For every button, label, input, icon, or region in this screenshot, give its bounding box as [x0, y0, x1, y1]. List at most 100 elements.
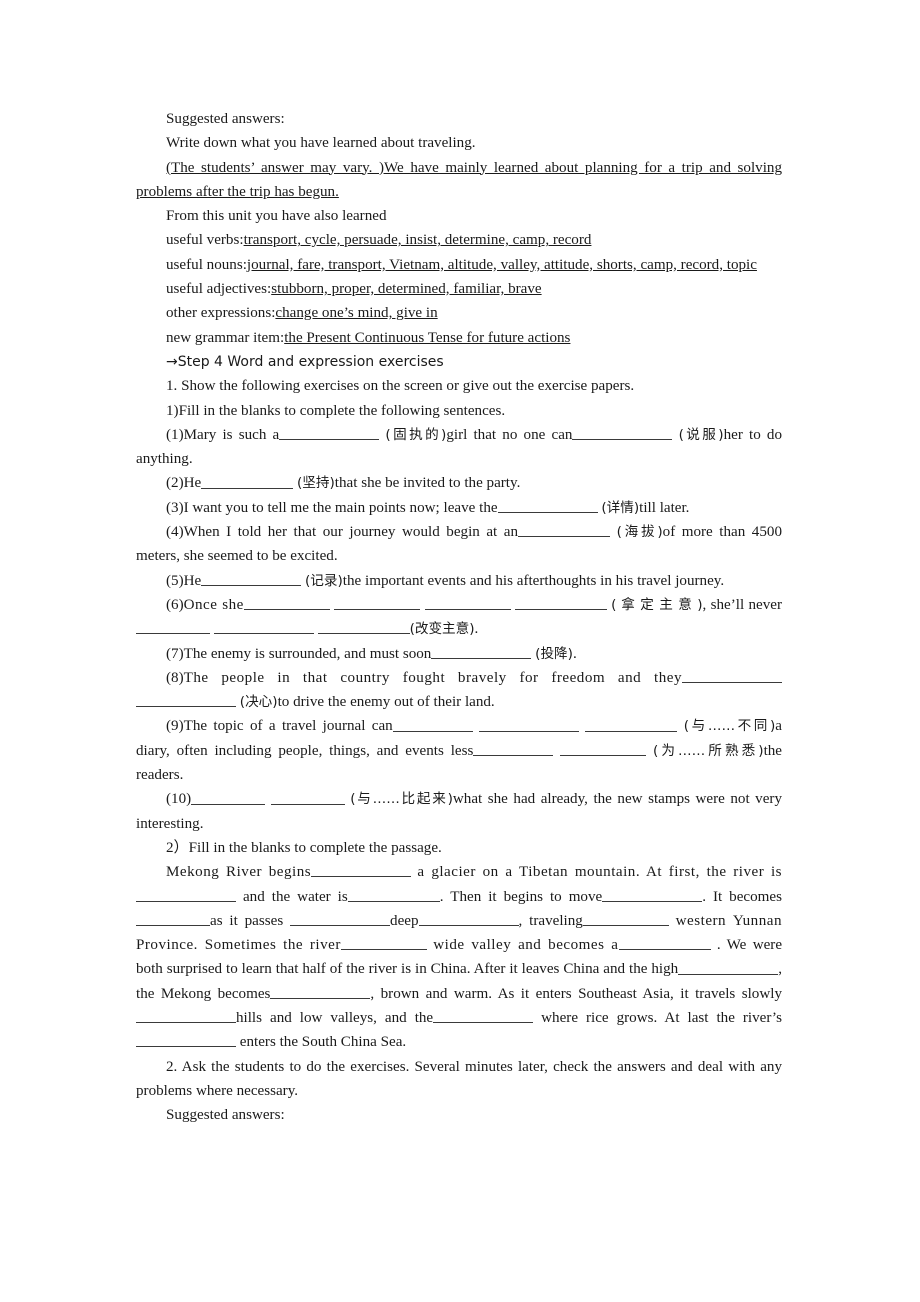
item-text-3b: till later.: [639, 499, 690, 516]
passage-text-4: . Then it begins to move: [439, 888, 603, 905]
blank-passage-7[interactable]: [418, 911, 519, 926]
passage-text-2: a glacier on a Tibetan mountain. At firs…: [417, 864, 783, 881]
blank-passage-10[interactable]: [618, 935, 711, 951]
blank-input-8a[interactable]: [682, 668, 782, 684]
item-hint-2a: (坚持): [297, 475, 335, 492]
blank-input-1b[interactable]: [572, 425, 673, 441]
item-hint-8a: (决心): [239, 694, 278, 711]
blank-input-6f[interactable]: [213, 620, 314, 635]
exercise-item-5: (5)He (记录)the important events and his a…: [136, 569, 782, 593]
blank-input-6b[interactable]: [334, 595, 421, 611]
item-number-2: (2): [166, 475, 184, 492]
blank-input-4a[interactable]: [518, 522, 611, 538]
list-useful-adjectives: useful adjectives:stubborn, proper, dete…: [136, 277, 782, 301]
blank-passage-11[interactable]: [678, 960, 779, 975]
list-label-nouns: useful nouns:: [166, 256, 247, 273]
item-text-3a: I want you to tell me the main points no…: [183, 499, 498, 516]
item-number-6: (6): [166, 596, 184, 613]
passage-text-10: wide valley and becomes a: [433, 937, 619, 954]
list-useful-nouns: useful nouns:journal, fare, transport, V…: [136, 253, 782, 277]
blank-input-1a[interactable]: [279, 425, 380, 441]
blank-input-10a[interactable]: [191, 790, 266, 805]
item-text-8b: to drive the enemy out of their land.: [277, 694, 495, 711]
item-hint-6a: ( 拿 定 主 意 ): [611, 596, 703, 613]
blank-passage-5[interactable]: [136, 911, 210, 926]
item-number-7: (7): [166, 645, 184, 662]
passage-text-5: . It becomes: [702, 888, 782, 905]
list-value-nouns: journal, fare, transport, Vietnam, altit…: [246, 256, 757, 273]
exercise-item-7: (7)The enemy is surrounded, and must soo…: [136, 642, 782, 666]
blank-passage-6[interactable]: [290, 911, 391, 926]
passage-text-1: Mekong River begins: [166, 864, 312, 881]
list-label-adjectives: useful adjectives:: [166, 281, 272, 298]
item-hint-7a: (投降): [535, 645, 573, 662]
task-2-line: 2. Ask the students to do the exercises.…: [136, 1058, 782, 1099]
item-hint-3a: (详情): [601, 499, 640, 516]
list-value-grammar: the Present Continuous Tense for future …: [284, 329, 571, 346]
blank-input-6g[interactable]: [317, 620, 410, 635]
blank-input-8b[interactable]: [136, 692, 236, 708]
list-value-expressions: change one’s mind, give in: [275, 305, 438, 322]
blank-input-3a[interactable]: [497, 498, 598, 513]
list-other-expressions: other expressions:change one’s mind, giv…: [136, 301, 782, 325]
document-body: Suggested answers: Write down what you h…: [136, 107, 782, 1127]
item-hint-1b: (说服): [678, 426, 724, 443]
exercise-item-10: (10) (与……比起来)what she had already, the n…: [136, 787, 782, 836]
heading-suggested-answers-bottom: Suggested answers:: [166, 1107, 285, 1124]
blank-passage-12[interactable]: [270, 984, 371, 999]
item-number-1: (1): [166, 426, 184, 443]
blank-passage-8[interactable]: [582, 911, 669, 926]
list-value-verbs: transport, cycle, persuade, insist, dete…: [243, 232, 592, 249]
blank-input-10b[interactable]: [270, 790, 345, 805]
blank-input-2a[interactable]: [201, 474, 294, 489]
blank-passage-14[interactable]: [433, 1008, 534, 1024]
blank-passage-2[interactable]: [136, 887, 236, 902]
passage-text-14: hills and low valleys, and the: [236, 1009, 434, 1026]
item-text-7a: The enemy is surrounded, and must soon: [183, 645, 432, 662]
lead-in-line: From this unit you have also learned: [166, 208, 387, 225]
item-text-1b: girl that no one can: [446, 426, 573, 443]
item-text-9a: The topic of a travel journal can: [183, 718, 393, 735]
task-1-sub-2-line: 2）Fill in the blanks to complete the pas…: [166, 839, 442, 856]
item-number-10: (10): [166, 791, 192, 808]
item-hint-9b: (为……所熟悉): [653, 742, 764, 759]
blank-passage-9[interactable]: [340, 935, 427, 951]
item-hint-10a: (与……比起来): [350, 791, 453, 808]
blank-input-6e[interactable]: [136, 620, 210, 635]
blank-passage-13[interactable]: [136, 1008, 236, 1024]
list-new-grammar-item: new grammar item:the Present Continuous …: [136, 326, 782, 350]
blank-passage-3[interactable]: [347, 887, 440, 902]
blank-input-7a[interactable]: [431, 644, 532, 659]
blank-input-9a[interactable]: [392, 717, 473, 732]
blank-passage-15[interactable]: [136, 1033, 236, 1048]
exercise-item-6: (6)Once she ( 拿 定 主 意 ), she’ll never (改…: [136, 593, 782, 642]
item-hint-6b: (改变主意): [409, 621, 475, 638]
item-text-2a: He: [183, 475, 202, 492]
blank-input-6c[interactable]: [424, 595, 511, 611]
list-useful-verbs: useful verbs:transport, cycle, persuade,…: [136, 228, 782, 252]
blank-passage-1[interactable]: [311, 863, 412, 878]
blank-input-9c[interactable]: [585, 717, 678, 732]
item-text-1a: Mary is such a: [183, 426, 280, 443]
blank-input-9b[interactable]: [479, 717, 580, 732]
blank-input-6d[interactable]: [514, 595, 607, 611]
item-number-9: (9): [166, 718, 184, 735]
blank-passage-4[interactable]: [602, 887, 703, 902]
item-text-6b: , she’ll never: [702, 596, 782, 613]
blank-input-9d[interactable]: [473, 741, 554, 756]
exercise-item-8: (8)The people in that country fought bra…: [136, 666, 782, 715]
prompt-write-down: Write down what you have learned about t…: [166, 135, 476, 152]
passage-text-15: where rice grows. At last the river’s: [541, 1009, 783, 1026]
item-number-8: (8): [166, 669, 184, 686]
item-hint-1a: (固执的): [385, 426, 447, 443]
item-number-4: (4): [166, 524, 184, 541]
item-number-3: (3): [166, 499, 184, 516]
blank-input-6a[interactable]: [243, 595, 330, 611]
passage-text-6: as it passes: [210, 912, 284, 929]
exercise-item-3: (3)I want you to tell me the main points…: [136, 496, 782, 520]
item-text-5a: He: [183, 572, 202, 589]
item-text-5b: the important events and his afterthough…: [342, 572, 725, 589]
blank-input-5a[interactable]: [201, 571, 302, 586]
heading-suggested-answers-top: Suggested answers:: [166, 111, 285, 127]
blank-input-9e[interactable]: [560, 741, 647, 756]
